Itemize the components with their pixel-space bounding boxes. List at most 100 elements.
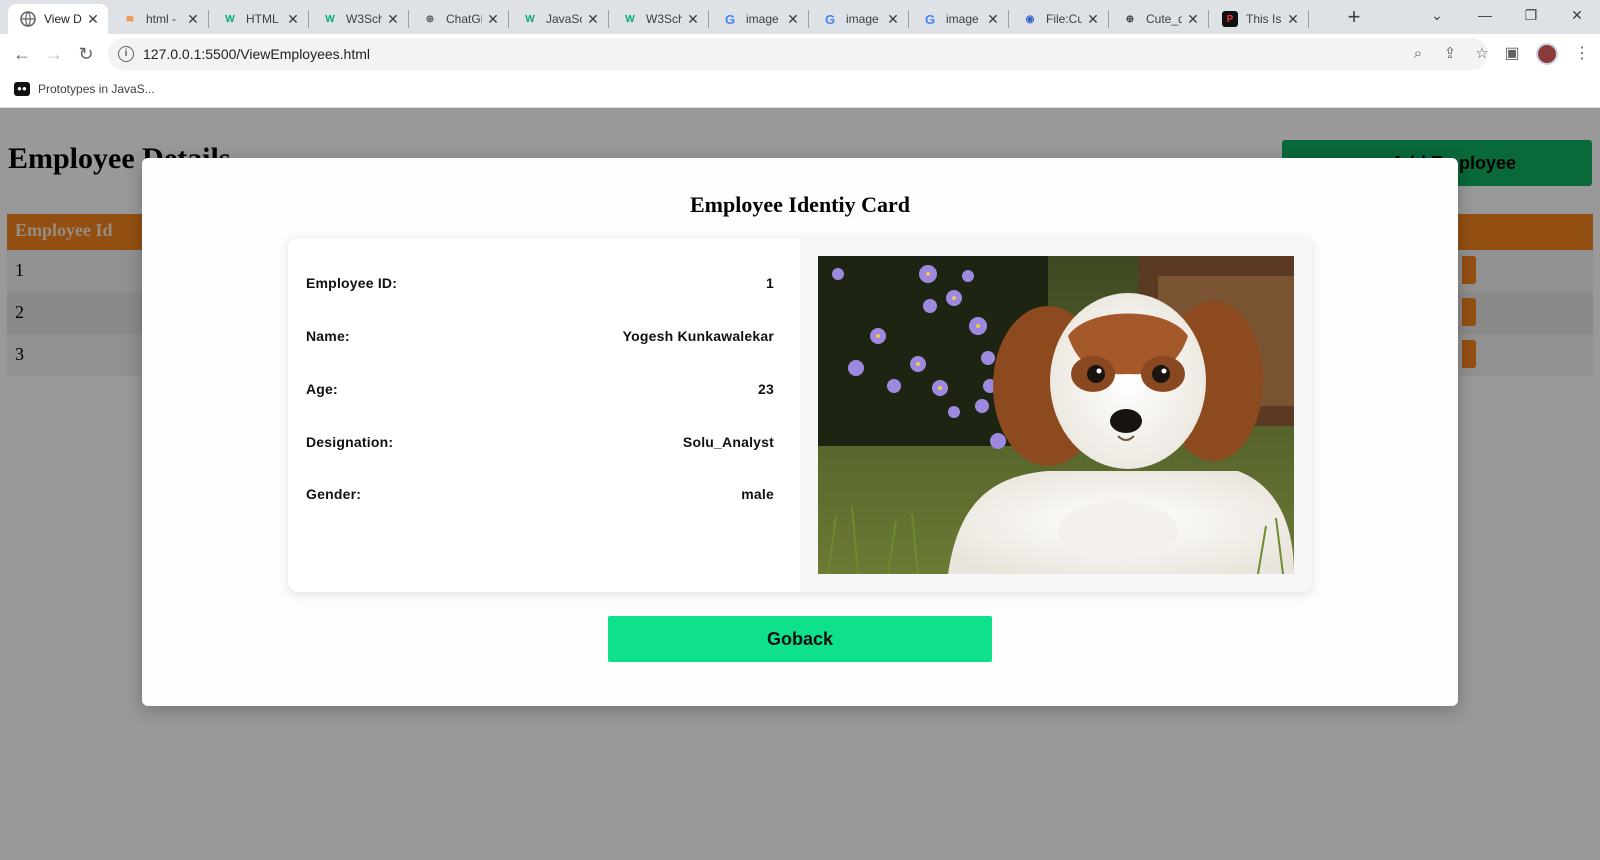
bookmark-label: Prototypes in JavaS... (38, 82, 155, 96)
tab-separator (1008, 10, 1009, 28)
tab-google-image-1[interactable]: G image ✕ (710, 4, 808, 34)
tab-view-employees[interactable]: View D ✕ (8, 4, 108, 34)
field-label: Employee ID: (306, 275, 398, 291)
card-details: Employee ID: 1 Name: Yogesh Kunkawalekar… (288, 238, 800, 592)
field-label: Name: (306, 328, 350, 344)
tab-title: File:Cu (1046, 12, 1082, 26)
tab-google-image-2[interactable]: G image ✕ (810, 4, 908, 34)
tab-separator (508, 10, 509, 28)
bookmark-star-icon[interactable]: ☆ (1472, 44, 1492, 64)
identity-card: Employee ID: 1 Name: Yogesh Kunkawalekar… (288, 238, 1312, 592)
field-value: male (741, 486, 774, 502)
share-icon[interactable]: ⇪ (1440, 44, 1460, 64)
field-name: Name: Yogesh Kunkawalekar (306, 328, 774, 348)
tab-javascript[interactable]: W JavaScr ✕ (510, 4, 608, 34)
menu-kebab-icon[interactable]: ⋮ (1570, 42, 1594, 66)
bookmark-prototypes[interactable]: ●● Prototypes in JavaS... (14, 82, 155, 96)
close-icon[interactable]: ✕ (1286, 11, 1300, 28)
tab-separator (408, 10, 409, 28)
chatgpt-icon: ⊛ (425, 13, 435, 25)
tab-google-image-3[interactable]: G image ✕ (910, 4, 1008, 34)
google-icon: G (924, 11, 936, 27)
bookmarks-bar: ●● Prototypes in JavaS... (0, 74, 1600, 108)
tab-title: ChatGF (446, 12, 482, 26)
tab-chatgpt[interactable]: ⊛ ChatGF ✕ (410, 4, 508, 34)
tab-this-is[interactable]: P This Is ✕ (1210, 4, 1308, 34)
field-value: Yogesh Kunkawalekar (622, 328, 774, 344)
reload-icon[interactable]: ↻ (72, 40, 100, 68)
identity-card-modal: Employee Identiy Card Employee ID: 1 Nam… (142, 158, 1458, 706)
tab-title: image (746, 12, 779, 26)
tab-title: image (946, 12, 979, 26)
tab-separator (1108, 10, 1109, 28)
field-value: 23 (758, 381, 774, 397)
forward-arrow-icon[interactable]: → (40, 40, 68, 68)
close-icon[interactable]: ✕ (286, 11, 300, 28)
tab-wikimedia-file[interactable]: ◉ File:Cu ✕ (1010, 4, 1108, 34)
tab-title: W3Sch (646, 12, 682, 26)
tab-title: This Is (1246, 12, 1282, 26)
tab-title: JavaScr (546, 12, 582, 26)
side-panel-icon[interactable]: ▣ (1500, 42, 1524, 66)
stackoverflow-icon: ≋ (125, 13, 135, 25)
google-icon: G (824, 11, 836, 27)
close-icon[interactable]: ✕ (1186, 11, 1200, 28)
employee-photo (818, 256, 1294, 574)
field-gender: Gender: male (306, 486, 774, 506)
site-info-icon[interactable]: i (118, 46, 134, 62)
field-employee-id: Employee ID: 1 (306, 275, 774, 295)
tab-title: image (846, 12, 879, 26)
tab-separator (808, 10, 809, 28)
close-icon[interactable]: ✕ (386, 11, 400, 28)
close-icon[interactable]: ✕ (186, 11, 200, 28)
field-age: Age: 23 (306, 381, 774, 401)
tab-title: W3Sch (346, 12, 382, 26)
w3schools-icon: W (625, 13, 635, 25)
zoom-icon[interactable]: ⌕ (1408, 44, 1428, 64)
profile-avatar[interactable] (1536, 43, 1558, 65)
tab-separator (908, 10, 909, 28)
medium-icon: ●● (14, 82, 30, 96)
minimize-icon[interactable]: — (1462, 0, 1508, 32)
goback-button[interactable]: Goback (608, 616, 992, 662)
globe-icon (20, 11, 36, 27)
page-icon: P (1222, 11, 1238, 27)
tab-html[interactable]: ≋ html - ✕ (110, 4, 208, 34)
tab-html-w3[interactable]: W HTML ✕ (210, 4, 308, 34)
new-tab-button[interactable]: + (1340, 4, 1368, 32)
tab-separator (308, 10, 309, 28)
field-designation: Designation: Solu_Analyst (306, 434, 774, 454)
field-label: Gender: (306, 486, 362, 502)
close-icon[interactable]: ✕ (886, 11, 900, 28)
url-text: 127.0.0.1:5500/ViewEmployees.html (143, 46, 370, 62)
close-icon[interactable]: ✕ (786, 11, 800, 28)
close-icon[interactable]: ✕ (486, 11, 500, 28)
close-icon[interactable]: ✕ (986, 11, 1000, 28)
field-value: 1 (766, 275, 774, 291)
modal-title: Employee Identiy Card (690, 192, 910, 217)
restore-icon[interactable]: ❐ (1508, 0, 1554, 32)
tab-w3schools-2[interactable]: W W3Sch ✕ (610, 4, 708, 34)
tab-title: html - (146, 12, 176, 26)
w3schools-icon: W (325, 13, 335, 25)
tab-separator (1308, 10, 1309, 28)
browser-toolbar: ← → ↻ i 127.0.0.1:5500/ViewEmployees.htm… (0, 34, 1600, 74)
address-bar[interactable]: i 127.0.0.1:5500/ViewEmployees.html ⌕ ⇪ … (108, 38, 1489, 70)
close-icon[interactable]: ✕ (86, 11, 100, 28)
tab-title: Cute_d (1146, 12, 1182, 26)
google-icon: G (724, 11, 736, 27)
tab-cute-dog[interactable]: ⊕ Cute_d ✕ (1110, 4, 1208, 34)
tab-separator (708, 10, 709, 28)
field-label: Age: (306, 381, 338, 397)
tab-strip: View D ✕ ≋ html - ✕ W HTML ✕ W W3Sch ✕ ⊛… (0, 0, 1600, 34)
wikimedia-icon: ◉ (1025, 13, 1035, 25)
tab-search-chevron-icon[interactable]: ⌄ (1414, 0, 1460, 32)
tab-separator (1208, 10, 1209, 28)
close-icon[interactable]: ✕ (586, 11, 600, 28)
back-arrow-icon[interactable]: ← (8, 40, 36, 68)
tab-title: View D (44, 12, 82, 26)
close-icon[interactable]: ✕ (686, 11, 700, 28)
close-icon[interactable]: ✕ (1086, 11, 1100, 28)
close-window-icon[interactable]: ✕ (1554, 0, 1600, 32)
tab-w3schools[interactable]: W W3Sch ✕ (310, 4, 408, 34)
